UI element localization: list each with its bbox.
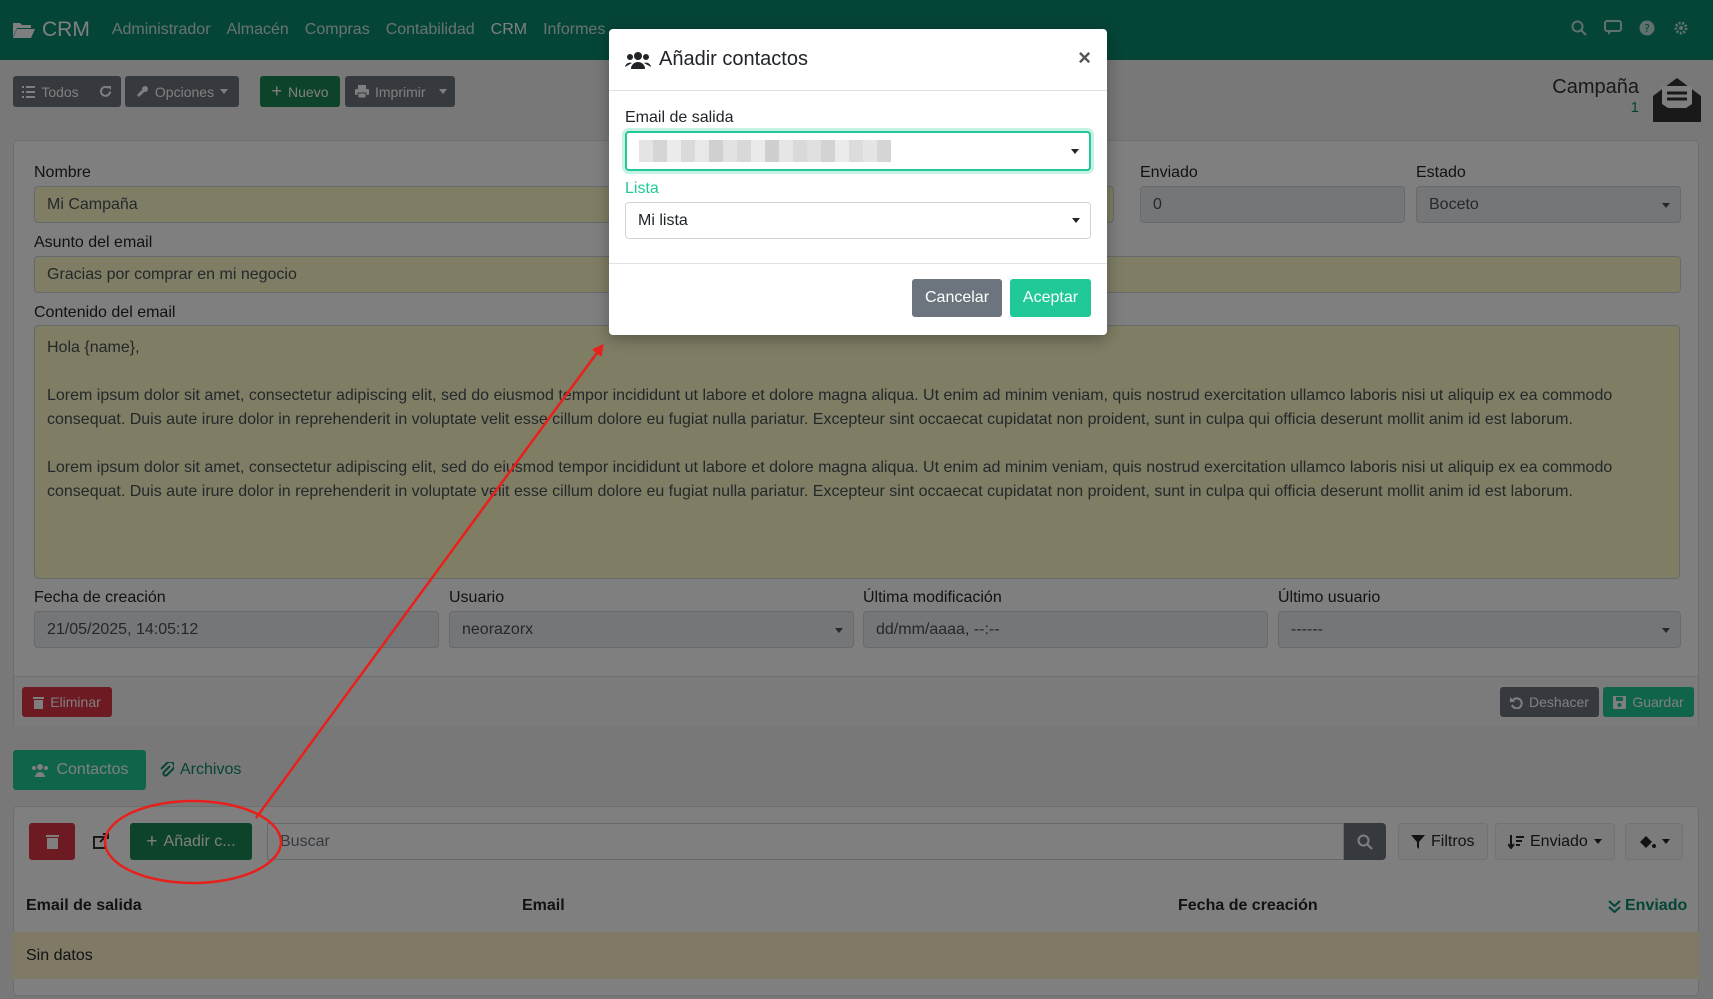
annotation-ellipse: [103, 799, 283, 885]
annotation-overlay: [103, 343, 604, 885]
annotation-arrow: [254, 343, 604, 819]
